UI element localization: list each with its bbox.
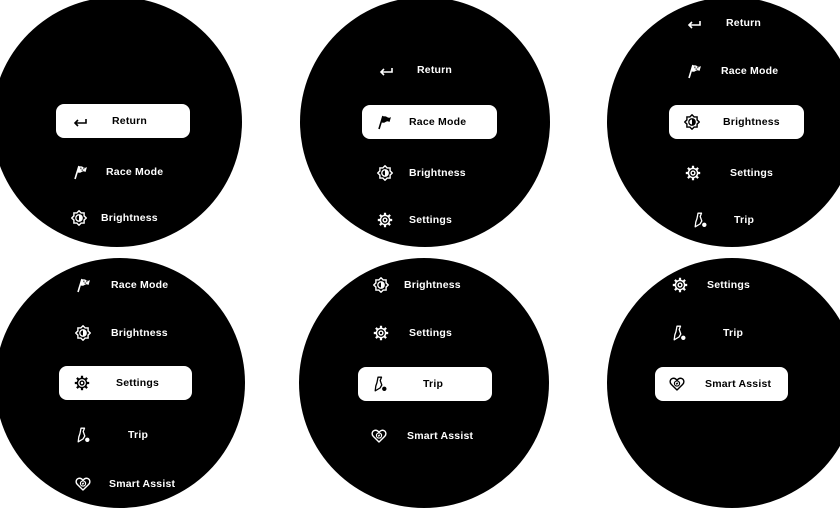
menu-item-brightness[interactable]: Brightness <box>0 316 245 350</box>
heart-assist-icon <box>371 428 387 444</box>
brightness-icon <box>71 210 87 226</box>
menu-item-label: Brightness <box>111 327 168 339</box>
menu-item-trip[interactable]: Trip <box>0 418 245 452</box>
checkered-flag-icon <box>376 114 392 130</box>
watch-screen-settings-selected: Race Mode Brightness Settings Trip Smart… <box>0 258 245 508</box>
menu-item-brightness[interactable]: Brightness <box>300 156 550 190</box>
gear-icon <box>672 277 688 293</box>
menu-item-settings[interactable]: Settings <box>607 156 840 190</box>
menu-item-label: Brightness <box>409 167 466 179</box>
checkered-flag-icon <box>75 277 91 293</box>
watch-screen-race-mode-selected: Return Race Mode Brightness Settings <box>300 0 550 247</box>
watch-screen-smart-assist-selected: Settings Trip Smart Assist <box>607 258 840 508</box>
checkered-flag-icon <box>72 164 88 180</box>
gear-icon <box>74 375 90 391</box>
brightness-icon <box>75 325 91 341</box>
checkered-flag-icon <box>686 63 702 79</box>
menu-item-race-mode[interactable]: Race Mode <box>607 54 840 88</box>
menu-item-label: Brightness <box>723 116 780 128</box>
menu-item-label: Trip <box>734 214 755 226</box>
menu-item-trip[interactable]: Trip <box>358 367 492 401</box>
trip-map-icon <box>692 212 708 228</box>
trip-map-icon <box>671 325 687 341</box>
menu-item-race-mode[interactable]: Race Mode <box>0 155 242 189</box>
menu-item-return[interactable]: Return <box>607 6 840 40</box>
menu-item-label: Trip <box>423 378 444 390</box>
menu-item-label: Race Mode <box>721 65 779 77</box>
brightness-icon <box>377 165 393 181</box>
watch-screen-trip-selected: Brightness Settings Trip Smart Assist <box>299 258 549 508</box>
trip-map-icon <box>75 427 91 443</box>
gear-icon <box>377 212 393 228</box>
return-arrow-icon <box>72 113 88 129</box>
heart-assist-icon <box>75 476 91 492</box>
menu-item-label: Return <box>112 115 148 127</box>
menu-item-label: Settings <box>409 214 453 226</box>
menu-item-label: Trip <box>128 429 149 441</box>
menu-item-race-mode[interactable]: Race Mode <box>362 105 497 139</box>
return-arrow-icon <box>686 15 702 31</box>
brightness-icon <box>373 277 389 293</box>
menu-item-label: Settings <box>116 377 160 389</box>
brightness-icon <box>684 114 700 130</box>
menu-item-smart-assist[interactable]: Smart Assist <box>655 367 788 401</box>
menu-item-return[interactable]: Return <box>300 53 550 87</box>
return-arrow-icon <box>378 62 394 78</box>
menu-item-label: Settings <box>409 327 453 339</box>
menu-item-return[interactable]: Return <box>56 104 190 138</box>
menu-item-settings[interactable]: Settings <box>59 366 192 400</box>
menu-item-label: Smart Assist <box>705 378 772 390</box>
menu-item-brightness[interactable]: Brightness <box>0 201 242 235</box>
menu-item-label: Brightness <box>101 212 158 224</box>
menu-item-smart-assist[interactable]: Smart Assist <box>0 467 245 501</box>
menu-item-label: Return <box>726 17 762 29</box>
trip-map-icon <box>372 376 388 392</box>
menu-item-race-mode[interactable]: Race Mode <box>0 268 245 302</box>
heart-assist-icon <box>669 376 685 392</box>
watch-screen-brightness-selected: Return Race Mode Brightness Settings Tri… <box>607 0 840 247</box>
menu-item-settings[interactable]: Settings <box>607 268 840 302</box>
menu-item-label: Settings <box>707 279 751 291</box>
menu-item-label: Race Mode <box>106 166 164 178</box>
menu-item-brightness[interactable]: Brightness <box>669 105 804 139</box>
menu-item-trip[interactable]: Trip <box>607 203 840 237</box>
menu-item-brightness[interactable]: Brightness <box>299 268 549 302</box>
gear-icon <box>685 165 701 181</box>
menu-item-label: Trip <box>723 327 744 339</box>
menu-item-trip[interactable]: Trip <box>607 316 840 350</box>
menu-item-label: Smart Assist <box>407 430 474 442</box>
menu-item-label: Return <box>417 64 453 76</box>
menu-item-settings[interactable]: Settings <box>300 203 550 237</box>
watch-screen-return-selected: Return Race Mode Brightness <box>0 0 242 247</box>
gear-icon <box>373 325 389 341</box>
menu-item-label: Race Mode <box>111 279 169 291</box>
menu-item-label: Settings <box>730 167 774 179</box>
menu-item-smart-assist[interactable]: Smart Assist <box>299 419 549 453</box>
menu-item-label: Brightness <box>404 279 461 291</box>
menu-item-settings[interactable]: Settings <box>299 316 549 350</box>
menu-item-label: Race Mode <box>409 116 467 128</box>
menu-item-label: Smart Assist <box>109 478 176 490</box>
